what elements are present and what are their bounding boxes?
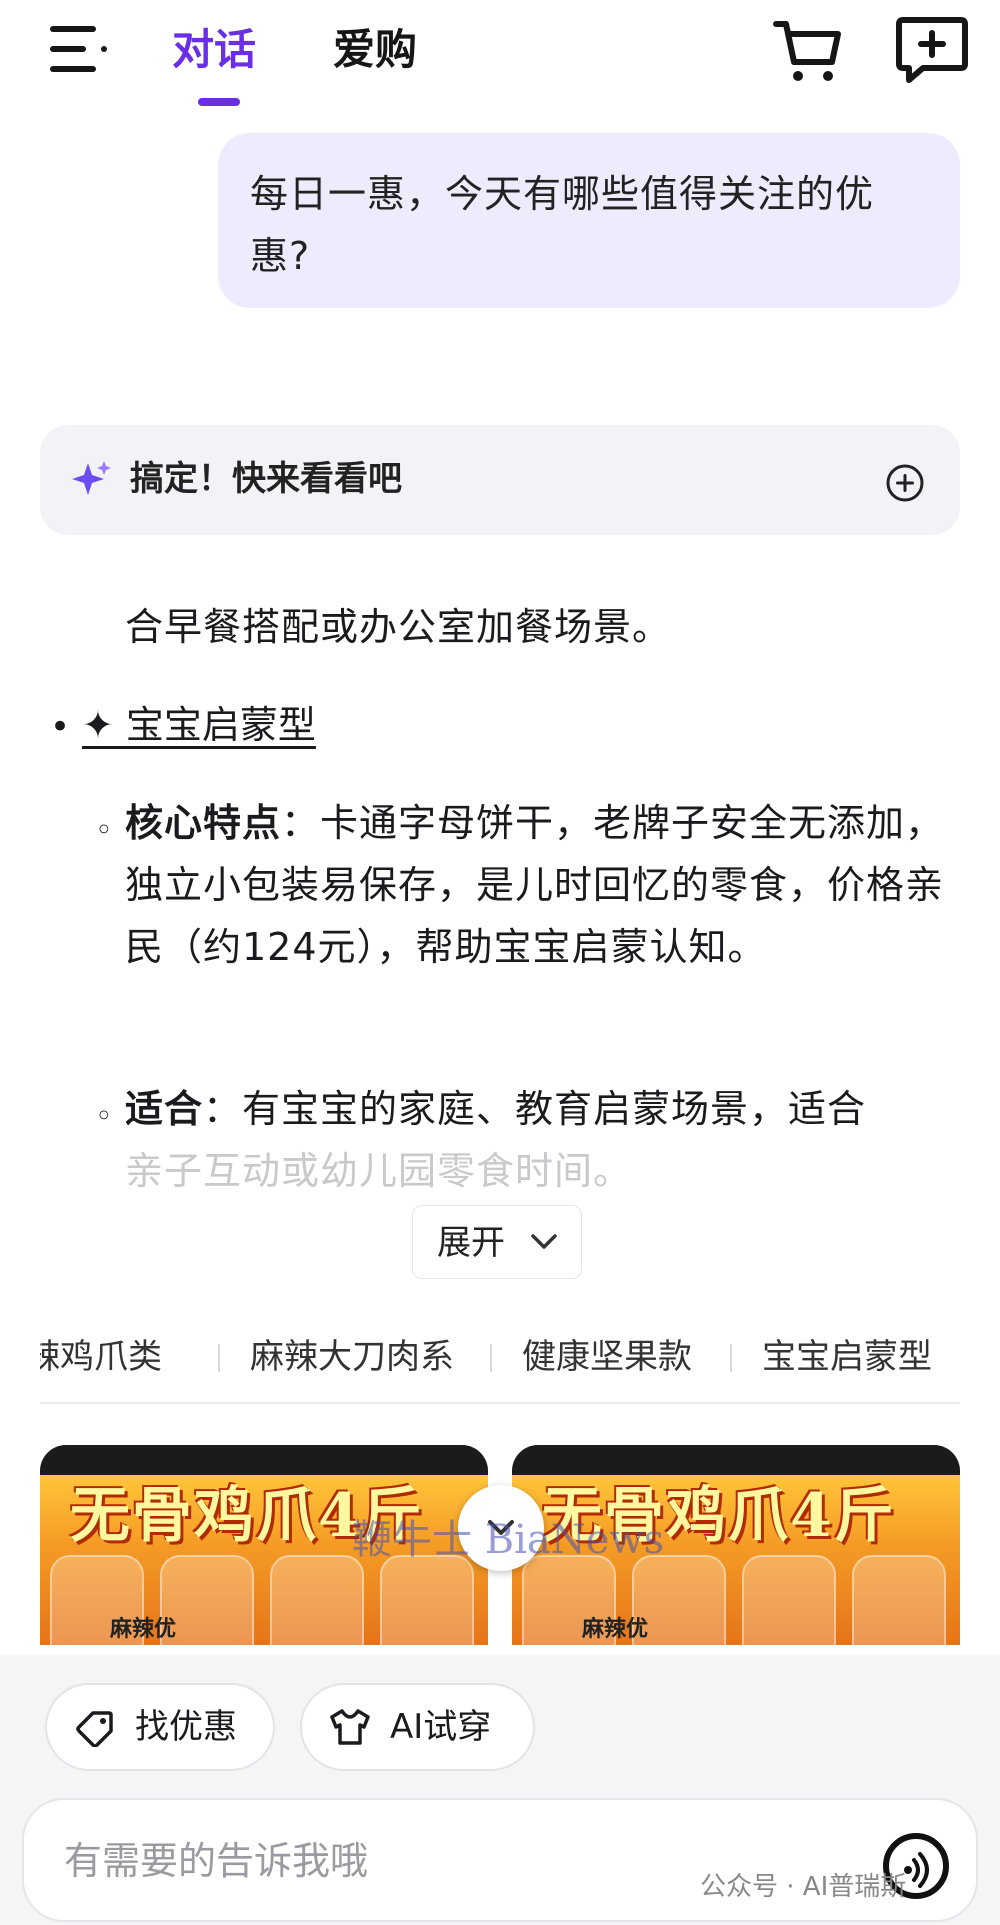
expand-button[interactable]: 展开 <box>412 1205 582 1279</box>
category-chip[interactable]: 辣鸡爪类 <box>40 1332 162 1382</box>
product-jar-graphic <box>742 1555 836 1645</box>
product-jar-graphic <box>852 1555 946 1645</box>
answer-intro-line: 合早餐搭配或办公室加餐场景。 <box>125 605 672 649</box>
product-jar-graphic <box>380 1555 474 1645</box>
new-chat-icon[interactable] <box>893 14 971 86</box>
tab-chat[interactable]: 对话 <box>172 20 256 80</box>
divider <box>730 1344 732 1372</box>
active-tab-indicator <box>198 98 240 106</box>
user-message-bubble: 每日一惠，今天有哪些值得关注的优惠? <box>218 133 960 308</box>
tab-shopping[interactable]: 爱购 <box>333 20 417 80</box>
chip-label: AI试穿 <box>390 1707 492 1747</box>
sparkle-icon <box>72 461 111 495</box>
chevron-down-icon <box>531 1234 557 1249</box>
footer-watermark: 公众号 · AI普瑞斯 <box>700 1872 907 1902</box>
divider <box>218 1344 220 1372</box>
category-strip: 辣鸡爪类 麻辣大刀肉系 健康坚果款 宝宝启蒙型 <box>40 1322 960 1404</box>
point-label: 适合 <box>125 1087 204 1131</box>
point-core-features: 核心特点：卡通字母饼干，老牌子安全无添加，独立小包装易保存，是儿时回忆的零食，价… <box>125 792 945 978</box>
status-text: 搞定！快来看看吧 <box>130 459 402 499</box>
plus-circle-icon[interactable] <box>884 462 926 504</box>
cart-icon[interactable] <box>770 16 846 86</box>
point-label: 核心特点 <box>125 801 282 845</box>
chip-label: 找优惠 <box>135 1707 237 1747</box>
bullet-dot: • <box>50 707 72 747</box>
point-sep: ： <box>281 801 321 845</box>
ai-tryon-chip[interactable]: AI试穿 <box>300 1683 535 1771</box>
point-sep: ： <box>203 1087 243 1131</box>
point-suitable: 适合：有宝宝的家庭、教育启蒙场景，适合 <box>125 1078 945 1140</box>
product-jar-graphic <box>270 1555 364 1645</box>
message-input-container <box>22 1798 978 1922</box>
overlay-watermark: 鞭牛士 BiaNews <box>352 1517 665 1563</box>
section-title-link[interactable]: ✦ 宝宝启蒙型 <box>82 694 316 756</box>
sub-bullet-dot: ◦ <box>95 1099 114 1134</box>
category-chip[interactable]: 麻辣大刀肉系 <box>250 1332 454 1382</box>
category-chip[interactable]: 健康坚果款 <box>522 1332 692 1382</box>
divider <box>490 1344 492 1372</box>
expand-label: 展开 <box>437 1223 505 1263</box>
sub-bullet-dot: ◦ <box>95 813 114 848</box>
tshirt-icon <box>330 1709 370 1745</box>
top-bar: 对话 爱购 <box>0 0 1000 110</box>
menu-icon[interactable] <box>42 20 110 78</box>
find-deals-chip[interactable]: 找优惠 <box>45 1683 275 1771</box>
point-text: 有宝宝的家庭、教育启蒙场景，适合 <box>242 1087 867 1131</box>
faded-continuation-text: 亲子互动或幼儿园零食时间。 <box>125 1149 633 1192</box>
category-chip[interactable]: 宝宝启蒙型 <box>762 1332 932 1382</box>
price-tag-icon <box>76 1711 113 1747</box>
product-brand: 麻辣优 <box>582 1617 649 1642</box>
product-brand: 麻辣优 <box>110 1617 177 1642</box>
